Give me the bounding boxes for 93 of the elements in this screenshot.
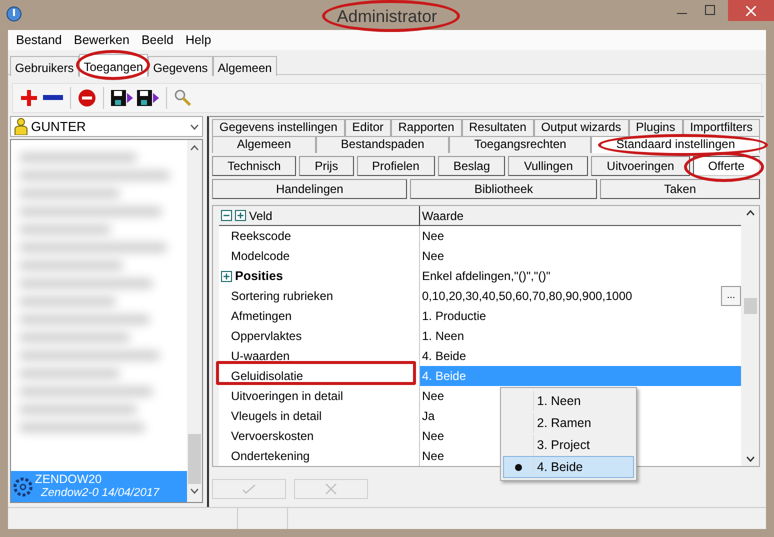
menu-option-label: 3. Project [536,436,590,454]
table-cell-text: Afmetingen [231,308,292,325]
tab[interactable]: Algemeen [212,136,316,153]
table-cell-text: Nee [422,448,444,465]
menu-option-label: 2. Ramen [536,414,592,432]
menu-item[interactable]: Bewerken [68,30,136,50]
tab[interactable]: Rapporten [390,119,462,136]
menu-option-label: 4. Beide [536,458,583,476]
table-cell-text: Sortering rubrieken [231,288,334,305]
close-button[interactable] [728,0,774,21]
dropdown-value: GUNTER [31,118,86,136]
gear-icon [13,476,33,496]
category-button[interactable]: Vullingen [508,156,588,176]
scrollbar[interactable] [187,140,202,502]
table-cell-text: Geluidisolatie [231,368,304,385]
category-button[interactable]: Profielen [356,156,435,176]
list-item-title: ZENDOW20 [35,473,103,486]
category-button[interactable]: Bibliotheek [410,179,598,199]
table-cell-text: 1. Neen [422,328,464,345]
scroll-thumb[interactable] [188,434,201,484]
table-cell-text: Vleugels in detail [231,408,322,425]
category-button[interactable]: Taken [600,179,760,199]
tab[interactable]: Gegevens [148,56,213,76]
table-cell-text: Posities [235,268,283,285]
tab[interactable]: Gegevens instellingen [212,119,345,136]
table-cell-text: U-waarden [231,348,290,365]
remove-icon[interactable] [43,95,63,101]
chevron-down-icon[interactable] [746,456,754,462]
table-cell-text: Ja [422,408,435,425]
table-cell-text: Enkel afdelingen,"()","()" [422,268,550,285]
scroll-thumb[interactable] [744,298,756,314]
category-button[interactable]: Technisch [212,156,296,176]
check-icon [242,484,256,494]
menu-option[interactable]: 3. Project [503,434,634,456]
menu-option[interactable]: 2. Ramen [503,412,634,434]
collapse-all-icon[interactable] [221,210,232,221]
bullet-icon [515,464,522,470]
add-icon[interactable] [19,88,39,108]
user-dropdown[interactable]: GUNTER [10,116,203,137]
tab[interactable]: Importfilters [682,119,760,136]
tab[interactable]: Bestandspaden [316,136,450,153]
menu-item[interactable]: Bestand [10,30,68,50]
table-cell-text: Vervoerskosten [231,428,314,445]
table-cell-text: Reekscode [231,228,292,245]
table-cell-text: 0,10,20,30,40,50,60,70,80,90,900,1000 [422,288,632,305]
menu-item[interactable]: Help [179,30,218,50]
menu-item[interactable]: Beeld [135,30,180,50]
category-button[interactable]: Offerte [692,156,760,176]
chevron-up-icon[interactable] [190,145,199,151]
category-button[interactable]: Handelingen [212,179,408,199]
tab[interactable]: Gebruikers [10,56,79,76]
list-item-detail: Zendow2-0 14/04/2017 [40,486,160,500]
app-icon [6,6,22,22]
user-icon [14,118,28,135]
chevron-down-icon[interactable] [190,488,199,494]
tab[interactable]: Editor [344,119,391,136]
expand-all-icon[interactable] [235,210,246,221]
table-cell-text: Nee [422,248,444,265]
scrollbar[interactable] [741,206,759,466]
floppy-import-icon[interactable] [111,89,133,107]
menu-option[interactable]: 1. Neen [503,390,634,412]
column-header: Veld [249,208,272,224]
tab[interactable]: Output wizards [534,119,628,136]
table-cell-text: 4. Beide [422,368,466,385]
column-header: Waarde [422,208,464,224]
category-button[interactable]: Beslag [438,156,506,176]
table-cell-text: Modelcode [231,248,290,265]
menu-option[interactable]: 4. Beide [503,456,634,478]
block-icon[interactable] [78,89,96,107]
table-cell-text: Nee [422,388,444,405]
table-cell-text: Ondertekening [231,448,310,465]
table-cell-text: Nee [422,428,444,445]
table-cell-text: Nee [422,228,444,245]
table-cell-text: 4. Beide [422,348,466,365]
window-title: Administrator [336,7,438,26]
menu-option-label: 1. Neen [536,392,581,410]
chevron-up-icon[interactable] [746,210,754,216]
close-icon [746,6,756,16]
expand-icon[interactable] [221,270,232,282]
category-button[interactable]: Uitvoeringen [591,156,690,176]
table-cell-text: Uitvoeringen in detail [231,388,344,405]
tab[interactable]: Algemeen [212,56,277,76]
table-cell-text: Oppervlaktes [231,328,302,345]
search-icon[interactable] [174,89,192,107]
tab[interactable]: Plugins [628,119,683,136]
table-cell-text: 1. Productie [422,308,486,325]
chevron-down-icon [190,124,199,130]
category-button[interactable]: Prijs [299,156,354,176]
cross-icon [325,483,337,495]
tab[interactable]: Resultaten [462,119,534,136]
browse-button[interactable]: ... [721,286,741,306]
floppy-export-icon[interactable] [137,89,159,107]
tab[interactable]: Toegangsrechten [449,136,592,153]
